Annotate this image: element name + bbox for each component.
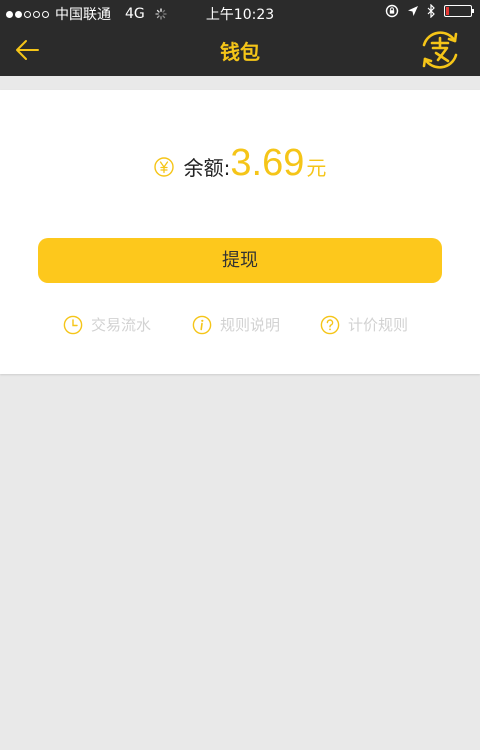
top-bar: 中国联通 4G 上午10:23 钱包 bbox=[0, 0, 480, 76]
question-icon bbox=[320, 315, 340, 334]
withdraw-button[interactable]: 提现 bbox=[38, 238, 442, 283]
wallet-links: 交易流水 规则说明 计价规则 bbox=[0, 314, 480, 338]
pricing-rules-link[interactable]: 计价规则 bbox=[320, 314, 408, 335]
status-bar: 中国联通 4G 上午10:23 bbox=[0, 0, 480, 26]
balance-amount: 3.69 bbox=[230, 142, 305, 184]
clock-icon bbox=[63, 315, 83, 334]
link-label: 计价规则 bbox=[348, 316, 409, 334]
yen-icon bbox=[153, 156, 174, 177]
location-arrow-icon bbox=[408, 6, 418, 16]
balance-unit: 元 bbox=[306, 156, 327, 180]
link-label: 规则说明 bbox=[220, 316, 281, 334]
alipay-exchange-icon[interactable] bbox=[418, 30, 462, 70]
transaction-history-link[interactable]: 交易流水 bbox=[63, 314, 151, 335]
wallet-card: 余额:3.69 元 提现 交易流水 规则说明 计价规则 bbox=[0, 90, 480, 374]
bluetooth-icon bbox=[427, 4, 435, 18]
balance-display: 余额:3.69 元 bbox=[0, 142, 480, 185]
status-right bbox=[385, 4, 474, 18]
nav-bar: 钱包 bbox=[0, 26, 480, 76]
battery-icon bbox=[444, 5, 474, 17]
link-label: 交易流水 bbox=[91, 316, 152, 334]
info-icon bbox=[192, 315, 212, 334]
rules-description-link[interactable]: 规则说明 bbox=[192, 314, 280, 335]
balance-label: 余额: bbox=[183, 156, 231, 180]
orientation-lock-icon bbox=[385, 4, 399, 18]
page-title: 钱包 bbox=[220, 40, 260, 64]
battery-level bbox=[446, 7, 449, 15]
